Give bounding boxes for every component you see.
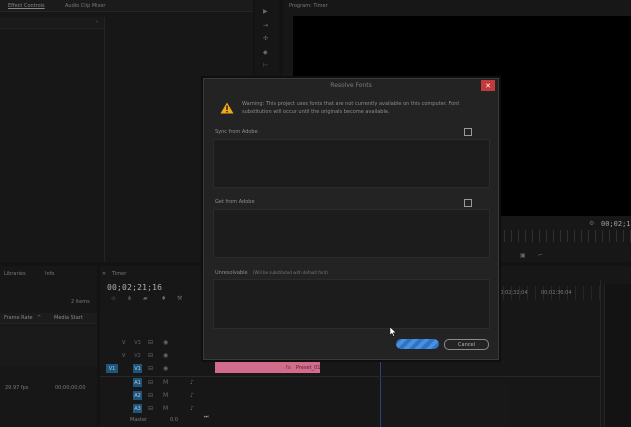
ok-button[interactable] xyxy=(396,339,439,349)
warning-text-line2: substitution will occur until the origin… xyxy=(242,109,390,115)
get-select-all-checkbox[interactable] xyxy=(464,199,472,207)
warning-icon xyxy=(220,102,234,114)
resolve-fonts-dialog: Resolve Fonts ✕ Warning: This project us… xyxy=(203,78,499,360)
section-sync-label: Sync from Adobe xyxy=(215,129,258,135)
section-unresolvable-note: (Will be substituted with default font) xyxy=(253,270,328,275)
close-icon[interactable]: ✕ xyxy=(481,80,495,91)
sync-select-all-checkbox[interactable] xyxy=(464,128,472,136)
cancel-button[interactable]: Cancel xyxy=(444,339,489,350)
sync-fonts-list[interactable] xyxy=(213,139,490,188)
dialog-title: Resolve Fonts xyxy=(330,82,372,89)
get-fonts-list[interactable] xyxy=(213,209,490,258)
unresolvable-fonts-list[interactable] xyxy=(213,279,490,329)
dialog-title-bar[interactable]: Resolve Fonts ✕ xyxy=(204,79,498,93)
section-unresolvable-label: Unresolvable xyxy=(215,270,248,276)
section-get-label: Get from Adobe xyxy=(215,199,255,205)
mouse-cursor-icon xyxy=(390,327,397,337)
warning-text-line1: Warning: This project uses fonts that ar… xyxy=(242,101,460,107)
